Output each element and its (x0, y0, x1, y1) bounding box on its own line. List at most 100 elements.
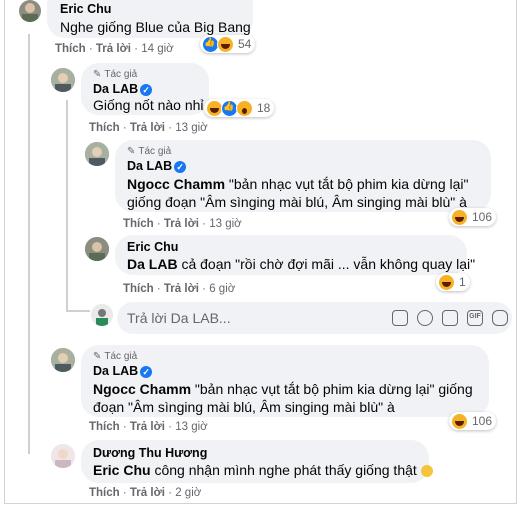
comment-text-line2: đoạn "Âm sìnging mài blú, Âm singing mài… (93, 399, 395, 415)
separator: · (202, 218, 206, 230)
moon-emoji-icon (420, 465, 433, 478)
reaction-summary[interactable]: 54 (200, 35, 256, 53)
comment-text: Eric Chu công nhận mình nghe phát thấy g… (93, 461, 433, 479)
commenter-name[interactable]: Dương Thu Hương (93, 446, 207, 460)
reaction-summary[interactable]: 18 (204, 99, 275, 117)
emoji-icon[interactable] (417, 310, 433, 326)
reaction-count: 106 (472, 414, 493, 428)
pencil-icon: ✎ (93, 351, 102, 362)
comment-bubble: Eric Chu Da LAB cả đoạn "rồi chờ đợi mãi… (115, 235, 475, 275)
reaction-count: 106 (472, 210, 493, 224)
avatar[interactable] (51, 348, 75, 372)
mention-link[interactable]: Ngocc Chamm (93, 381, 191, 397)
thread-line (66, 310, 90, 312)
mention-link[interactable]: Ngocc Chamm (127, 176, 225, 192)
haha-reaction-icon (451, 412, 468, 430)
comment-text: Giống nốt nào nhỉ (93, 97, 204, 113)
separator: · (134, 43, 138, 55)
camera-icon[interactable] (442, 310, 458, 326)
separator: · (88, 43, 93, 55)
separator: · (122, 122, 127, 134)
comment-text-line2: giống đoạn "Âm sìnging mài blú, Âm singi… (127, 194, 467, 210)
comment-text: Ngocc Chamm "bản nhạc vụt tắt bộ phim ki… (93, 381, 473, 397)
avatar[interactable] (51, 68, 75, 92)
gif-icon[interactable]: GIF (467, 310, 483, 326)
comment-actions: Thích · Trả lời · 6 giờ (123, 283, 235, 295)
pencil-icon: ✎ (93, 69, 102, 80)
reply-button[interactable]: Trả lời (96, 43, 131, 55)
reply-input[interactable]: Trả lời Da LAB... GIF (117, 302, 512, 334)
comment-text: Da LAB cả đoạn "rồi chờ đợi mãi ... vẫn … (127, 256, 476, 272)
commenter-name[interactable]: Da LAB ✓ (127, 159, 187, 173)
separator: · (202, 283, 206, 295)
comment-actions: Thích · Trả lời · 13 giờ (89, 421, 208, 433)
like-button[interactable]: Thích (123, 283, 154, 295)
commenter-name[interactable]: Eric Chu (60, 2, 111, 16)
comment-bubble: Dương Thu Hương Eric Chu công nhận mình … (81, 440, 433, 483)
author-badge: ✎ Tác giả (93, 69, 138, 80)
verified-badge-icon: ✓ (140, 83, 153, 96)
comment-actions: Thích · Trả lời · 14 giờ (55, 43, 174, 55)
separator: · (122, 487, 127, 499)
reply-button[interactable]: Trả lời (130, 421, 165, 433)
like-button[interactable]: Thích (89, 122, 120, 134)
avatar[interactable] (19, 0, 41, 22)
separator: · (156, 283, 161, 295)
current-user-avatar (91, 304, 113, 326)
reaction-summary[interactable]: 106 (449, 412, 497, 430)
reply-button[interactable]: Trả lời (130, 122, 165, 134)
separator: · (156, 218, 161, 230)
separator: · (168, 122, 172, 134)
comment-actions: Thích · Trả lời · 13 giờ (123, 218, 242, 230)
wow-reaction-icon (236, 99, 253, 117)
avatar-sticker-icon[interactable] (492, 310, 508, 326)
commenter-name[interactable]: Da LAB ✓ (93, 82, 153, 96)
reply-button[interactable]: Trả lời (164, 283, 199, 295)
comment-bubble: ✎ Tác giả Da LAB ✓ Ngocc Chamm "bản nhạc v… (81, 345, 489, 417)
like-button[interactable]: Thích (123, 218, 154, 230)
commenter-name[interactable]: Da LAB ✓ (93, 364, 153, 378)
comment-time[interactable]: 13 giờ (175, 122, 207, 134)
like-button[interactable]: Thích (89, 487, 120, 499)
reaction-count: 1 (459, 275, 466, 289)
comment-time[interactable]: 13 giờ (209, 218, 241, 230)
avatar[interactable] (85, 142, 109, 166)
reaction-summary[interactable]: 1 (436, 273, 470, 291)
comment-text: Ngocc Chamm "bản nhạc vụt tắt bộ phim ki… (127, 176, 469, 192)
comment-time[interactable]: 14 giờ (141, 43, 173, 55)
author-badge: ✎ Tác giả (127, 146, 172, 157)
reply-button[interactable]: Trả lời (130, 487, 165, 499)
thread-line (66, 100, 68, 310)
verified-badge-icon: ✓ (140, 365, 153, 378)
commenter-name[interactable]: Eric Chu (127, 240, 178, 254)
comment-bubble: ✎ Tác giả Da LAB ✓ Giống nốt nào nhỉ (81, 63, 209, 115)
reaction-count: 54 (238, 37, 252, 51)
reaction-summary[interactable]: 106 (449, 208, 497, 226)
pencil-icon: ✎ (127, 146, 136, 157)
thread-line (28, 34, 30, 454)
like-button[interactable]: Thích (89, 421, 120, 433)
avatar[interactable] (85, 237, 109, 261)
comment-time[interactable]: 6 giờ (209, 283, 235, 295)
verified-badge-icon: ✓ (174, 160, 187, 173)
author-badge: ✎ Tác giả (93, 351, 138, 362)
avatar[interactable] (51, 444, 75, 468)
comment-time[interactable]: 13 giờ (175, 421, 207, 433)
separator: · (168, 487, 172, 499)
separator: · (168, 421, 172, 433)
haha-reaction-icon (451, 208, 468, 226)
sticker-icon[interactable] (392, 310, 408, 326)
mention-link[interactable]: Eric Chu (93, 462, 151, 478)
comment-time[interactable]: 2 giờ (175, 487, 201, 499)
separator: · (122, 421, 127, 433)
reply-button[interactable]: Trả lời (164, 218, 199, 230)
like-button[interactable]: Thích (55, 43, 86, 55)
comment-bubble: Eric Chu Nghe giống Blue của Big Bang (47, 0, 253, 38)
reaction-count: 18 (257, 101, 271, 115)
comment-text: Nghe giống Blue của Big Bang (60, 19, 251, 35)
mention-link[interactable]: Da LAB (127, 256, 178, 272)
haha-reaction-icon (217, 35, 234, 53)
comment-bubble: ✎ Tác giả Da LAB ✓ Ngocc Chamm "bản nhạc v… (115, 140, 491, 212)
comment-section: Eric Chu Nghe giống Blue của Big Bang 54… (4, 0, 517, 504)
comment-actions: Thích · Trả lời · 2 giờ (89, 487, 201, 499)
